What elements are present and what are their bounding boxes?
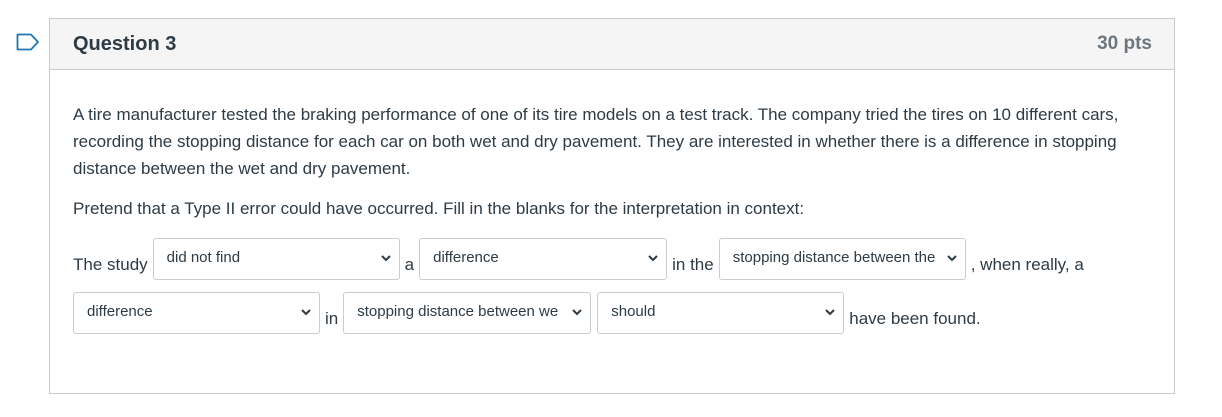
question-header: Question 3 30 pts — [50, 19, 1174, 70]
dropdown-selected-value: did not find — [166, 249, 241, 266]
dropdown-selected-value: stopping distance between the — [732, 249, 936, 266]
dropdown-selected-value: difference — [433, 249, 499, 266]
blank-dropdown-1[interactable]: did not find — [152, 238, 400, 280]
blank-dropdown-3[interactable]: stopping distance between the — [718, 238, 966, 280]
sentence-text: in the — [672, 255, 714, 274]
dropdown-selected-value: difference — [87, 303, 153, 320]
question-points: 30 pts — [1097, 33, 1152, 54]
dropdown-selected-value: should — [611, 303, 656, 320]
sentence-text: , when really, a — [970, 255, 1084, 274]
question-title: Question 3 — [73, 32, 177, 55]
sentence-text: in — [325, 309, 339, 328]
fill-in-sentence-line-2: difference in stopping distance between … — [73, 292, 986, 334]
chevron-down-icon — [380, 255, 391, 262]
fill-in-sentence-line-1: The study did not find a difference in t… — [73, 238, 1089, 280]
sentence-text: a — [404, 255, 415, 274]
chevron-down-icon — [648, 255, 658, 262]
chevron-down-icon — [301, 309, 311, 316]
question-context-paragraph: A tire manufacturer tested the braking p… — [73, 105, 1119, 178]
blank-dropdown-2[interactable]: difference — [419, 238, 668, 280]
question-body: A tire manufacturer tested the braking p… — [50, 70, 1174, 222]
question-prompt-paragraph: Pretend that a Type II error could have … — [73, 199, 805, 218]
chevron-down-icon — [947, 255, 957, 262]
sentence-text: The study — [73, 255, 148, 274]
blank-dropdown-4[interactable]: difference — [73, 292, 320, 334]
chevron-down-icon — [572, 309, 582, 316]
question-card: Question 3 30 pts A tire manufacturer te… — [49, 18, 1175, 394]
blank-dropdown-6[interactable]: should — [597, 292, 845, 334]
dropdown-selected-value: stopping distance between we — [357, 303, 559, 320]
flag-question-icon[interactable] — [16, 33, 40, 51]
chevron-down-icon — [825, 309, 835, 316]
sentence-text: have been found. — [849, 309, 981, 328]
blank-dropdown-5[interactable]: stopping distance between we — [343, 292, 592, 334]
